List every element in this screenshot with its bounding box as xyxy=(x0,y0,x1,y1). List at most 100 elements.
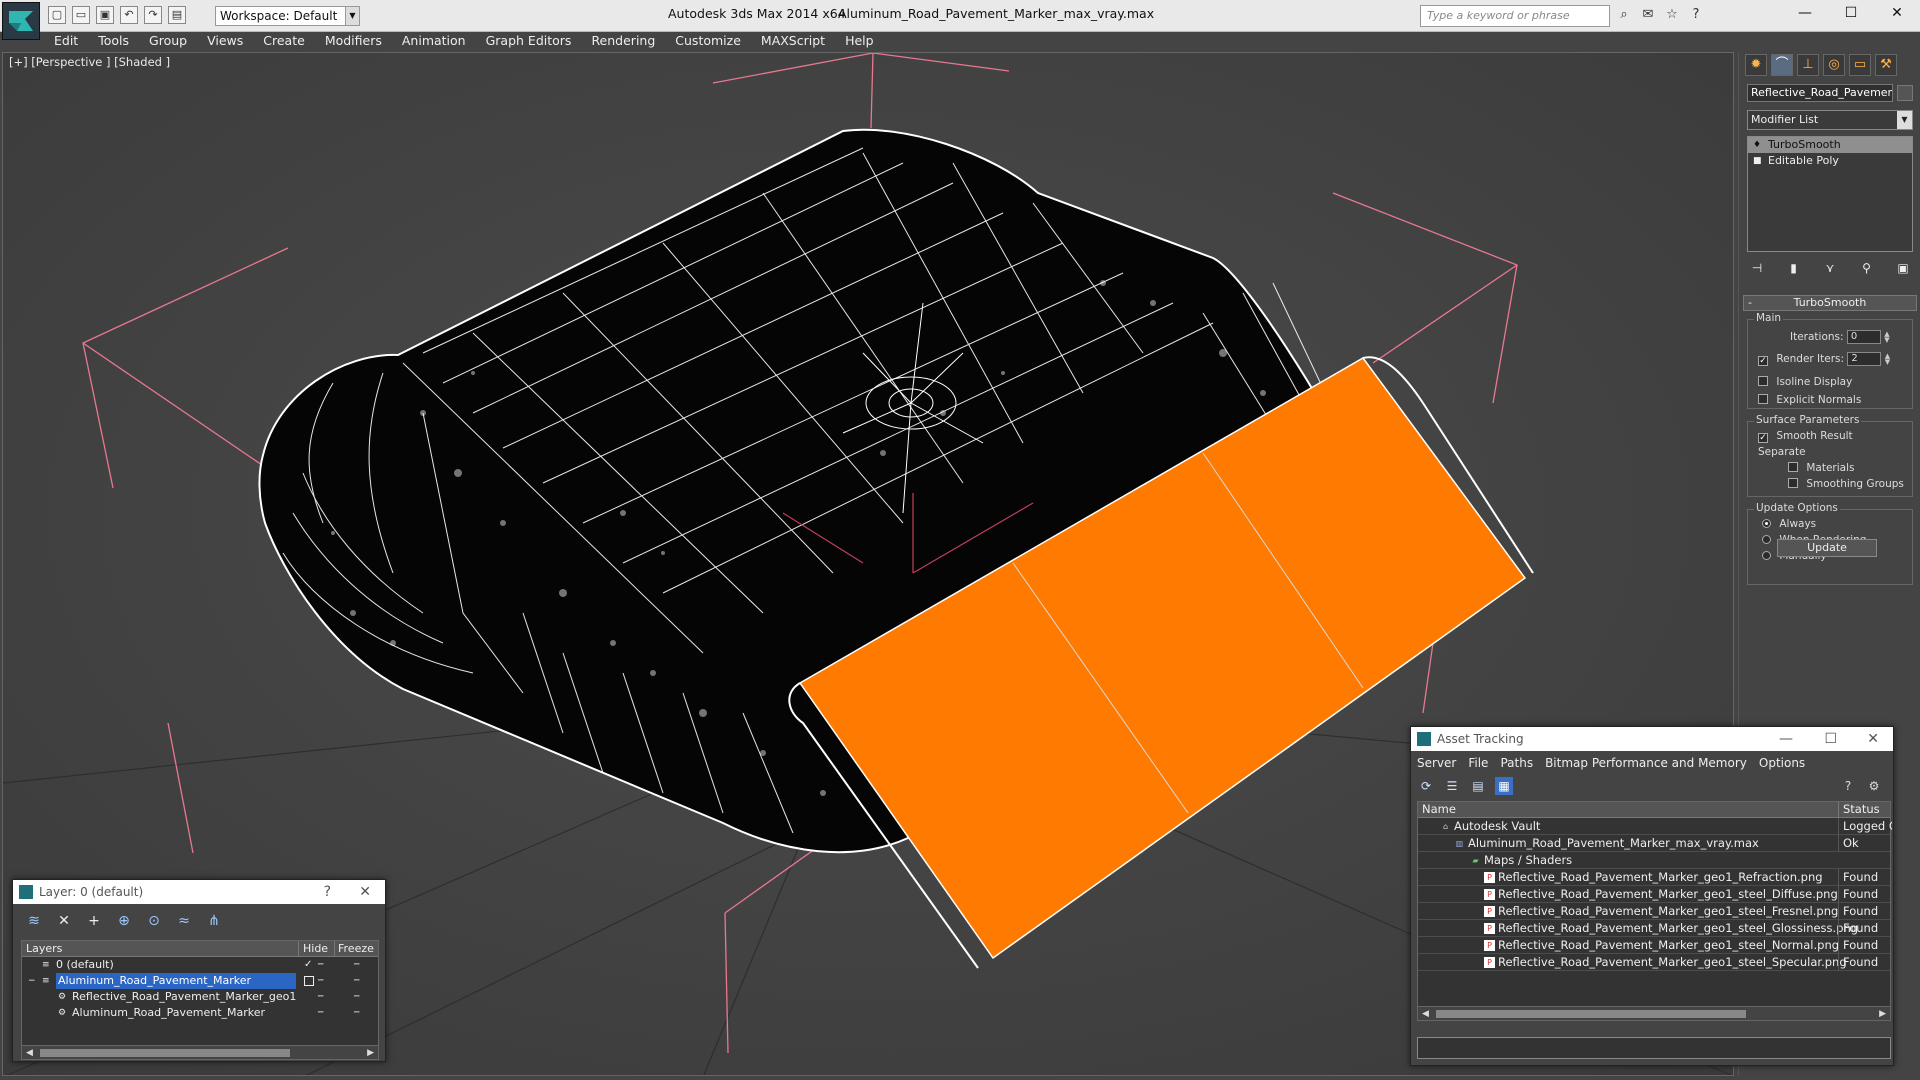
close-button[interactable]: ✕ xyxy=(1867,727,1879,751)
menu-create[interactable]: Create xyxy=(253,32,315,50)
highlight-layer-icon[interactable]: ≈ xyxy=(175,912,193,930)
show-end-result-icon[interactable]: ▮ xyxy=(1784,258,1804,278)
table-row[interactable]: ▥ Aluminum_Road_Pavement_Marker_max_vray… xyxy=(1418,835,1890,852)
expand-icon[interactable]: ■ xyxy=(1753,156,1762,166)
settings-icon[interactable]: ⚙ xyxy=(1865,777,1883,795)
layer-window-titlebar[interactable]: Layer: 0 (default) ? ✕ xyxy=(13,880,385,904)
utilities-tab-icon[interactable]: ⚒ xyxy=(1875,54,1897,76)
pin-stack-icon[interactable]: ⊣ xyxy=(1747,258,1767,278)
table-row[interactable]: ⌂ Autodesk Vault Logged O xyxy=(1418,818,1892,835)
minimize-button[interactable]: — xyxy=(1782,0,1828,26)
app-logo-icon[interactable] xyxy=(2,2,40,40)
object-name-field[interactable]: Reflective_Road_Pavement_I xyxy=(1747,84,1893,102)
menu-paths[interactable]: Paths xyxy=(1494,753,1539,773)
menu-options[interactable]: Options xyxy=(1753,753,1811,773)
layer-row[interactable]: ≡ 0 (default) ✓ ━ ━ xyxy=(22,957,378,973)
table-row[interactable]: P Reflective_Road_Pavement_Marker_geo1_s… xyxy=(1418,920,1890,937)
layers-stack-icon[interactable]: ≋ xyxy=(25,912,43,930)
menu-help[interactable]: Help xyxy=(835,32,884,50)
stack-item-turbosmooth[interactable]: ♦ TurboSmooth xyxy=(1748,137,1912,153)
close-button[interactable]: ✕ xyxy=(359,880,371,904)
hierarchy-tab-icon[interactable]: ⊥ xyxy=(1797,54,1819,76)
motion-tab-icon[interactable]: ◎ xyxy=(1823,54,1845,76)
delete-layer-icon[interactable]: ✕ xyxy=(55,912,73,930)
table-view-icon[interactable]: ▦ xyxy=(1495,777,1513,795)
scrollbar-thumb[interactable] xyxy=(40,1049,290,1057)
help-button[interactable]: ? xyxy=(324,880,331,904)
menu-maxscript[interactable]: MAXScript xyxy=(751,32,835,50)
project-folder-icon[interactable]: ▤ xyxy=(168,6,186,24)
set-current-layer-icon[interactable]: ⋔ xyxy=(205,912,223,930)
modify-tab-icon[interactable]: ⌒ xyxy=(1771,54,1793,76)
freeze-toggle[interactable]: ━ xyxy=(354,957,359,973)
menu-tools[interactable]: Tools xyxy=(88,32,139,50)
select-objects-icon[interactable]: ⊙ xyxy=(145,912,163,930)
configure-sets-icon[interactable]: ▣ xyxy=(1893,258,1913,278)
scroll-left-icon[interactable]: ◀ xyxy=(1422,1007,1429,1021)
layer-row[interactable]: − ≡ Aluminum_Road_Pavement_Marker ━ ━ xyxy=(22,973,378,989)
horizontal-scrollbar[interactable]: ◀ ▶ xyxy=(22,1045,378,1059)
menu-group[interactable]: Group xyxy=(139,32,197,50)
display-tab-icon[interactable]: ▭ xyxy=(1849,54,1871,76)
close-button[interactable]: ✕ xyxy=(1874,0,1920,26)
freeze-toggle[interactable]: ━ xyxy=(354,973,359,989)
search-input[interactable]: Type a keyword or phrase xyxy=(1420,5,1610,27)
workspace-dropdown[interactable]: Workspace: Default ▼ xyxy=(215,6,360,26)
freeze-toggle[interactable]: ━ xyxy=(354,989,359,1005)
redo-icon[interactable]: ↷ xyxy=(144,6,162,24)
hide-toggle[interactable]: ━ xyxy=(318,973,323,989)
create-tab-icon[interactable]: ✹ xyxy=(1745,54,1767,76)
menu-file[interactable]: File xyxy=(1462,753,1494,773)
col-hide[interactable]: Hide xyxy=(298,941,328,956)
lightbulb-icon[interactable]: ♦ xyxy=(1753,140,1761,150)
table-row[interactable]: ▰ Maps / Shaders xyxy=(1418,852,1890,869)
menu-edit[interactable]: Edit xyxy=(42,32,88,50)
menu-rendering[interactable]: Rendering xyxy=(581,32,665,50)
scroll-right-icon[interactable]: ▶ xyxy=(1879,1007,1886,1021)
render-iters-spinner[interactable]: 2 xyxy=(1847,352,1882,366)
table-row[interactable]: P Reflective_Road_Pavement_Marker_geo1_s… xyxy=(1418,954,1890,971)
menu-graph-editors[interactable]: Graph Editors xyxy=(476,32,582,50)
materials-checkbox[interactable] xyxy=(1788,462,1798,472)
smoothing-groups-checkbox[interactable] xyxy=(1788,478,1798,488)
menu-animation[interactable]: Animation xyxy=(392,32,476,50)
iterations-spinner[interactable]: 0 xyxy=(1846,330,1881,344)
update-button[interactable]: Update xyxy=(1777,539,1877,557)
binoculars-icon[interactable]: ⌕ xyxy=(1615,6,1633,24)
menu-views[interactable]: Views xyxy=(197,32,253,50)
add-layer-icon[interactable]: + xyxy=(85,912,103,930)
table-row[interactable]: P Reflective_Road_Pavement_Marker_geo1_R… xyxy=(1418,869,1890,886)
maximize-button[interactable]: ☐ xyxy=(1824,727,1837,751)
favorites-star-icon[interactable]: ☆ xyxy=(1663,6,1681,24)
layer-row[interactable]: ⚙ Reflective_Road_Pavement_Marker_geo1 ━… xyxy=(22,989,378,1005)
hide-toggle[interactable]: ━ xyxy=(318,957,323,973)
add-selection-icon[interactable]: ⊕ xyxy=(115,912,133,930)
menu-modifiers[interactable]: Modifiers xyxy=(315,32,392,50)
collapse-icon[interactable]: − xyxy=(28,973,36,989)
new-file-icon[interactable]: ▢ xyxy=(48,6,66,24)
menu-bitmap-performance[interactable]: Bitmap Performance and Memory xyxy=(1539,753,1753,773)
layer-row[interactable]: ⚙ Aluminum_Road_Pavement_Marker ━ ━ xyxy=(22,1005,378,1021)
rollout-title[interactable]: - TurboSmooth xyxy=(1743,295,1917,311)
horizontal-scrollbar[interactable]: ◀ ▶ xyxy=(1418,1006,1890,1020)
smooth-result-checkbox[interactable]: ✓ xyxy=(1758,433,1768,443)
help-icon[interactable]: ? xyxy=(1839,777,1857,795)
scroll-right-icon[interactable]: ▶ xyxy=(367,1046,374,1060)
table-row[interactable]: P Reflective_Road_Pavement_Marker_geo1_s… xyxy=(1418,903,1890,920)
isoline-checkbox[interactable] xyxy=(1758,376,1768,386)
menu-customize[interactable]: Customize xyxy=(665,32,751,50)
render-iters-checkbox[interactable]: ✓ xyxy=(1758,356,1768,366)
scroll-left-icon[interactable]: ◀ xyxy=(26,1046,33,1060)
hide-toggle[interactable]: ━ xyxy=(318,989,323,1005)
spinner-arrows-icon[interactable]: ▲ ▼ xyxy=(1884,331,1892,344)
open-file-icon[interactable]: ▭ xyxy=(72,6,90,24)
col-name[interactable]: Name xyxy=(1422,802,1456,817)
table-row[interactable]: P Reflective_Road_Pavement_Marker_geo1_s… xyxy=(1418,886,1890,903)
viewport-label[interactable]: [+] [Perspective ] [Shaded ] xyxy=(9,55,170,69)
modifier-list-dropdown[interactable]: Modifier List ▼ xyxy=(1747,110,1913,130)
scrollbar-thumb[interactable] xyxy=(1436,1010,1746,1018)
explicit-normals-checkbox[interactable] xyxy=(1758,394,1768,404)
make-unique-icon[interactable]: ⋎ xyxy=(1820,258,1840,278)
save-file-icon[interactable]: ▣ xyxy=(96,6,114,24)
asset-path-field[interactable] xyxy=(1417,1037,1891,1059)
